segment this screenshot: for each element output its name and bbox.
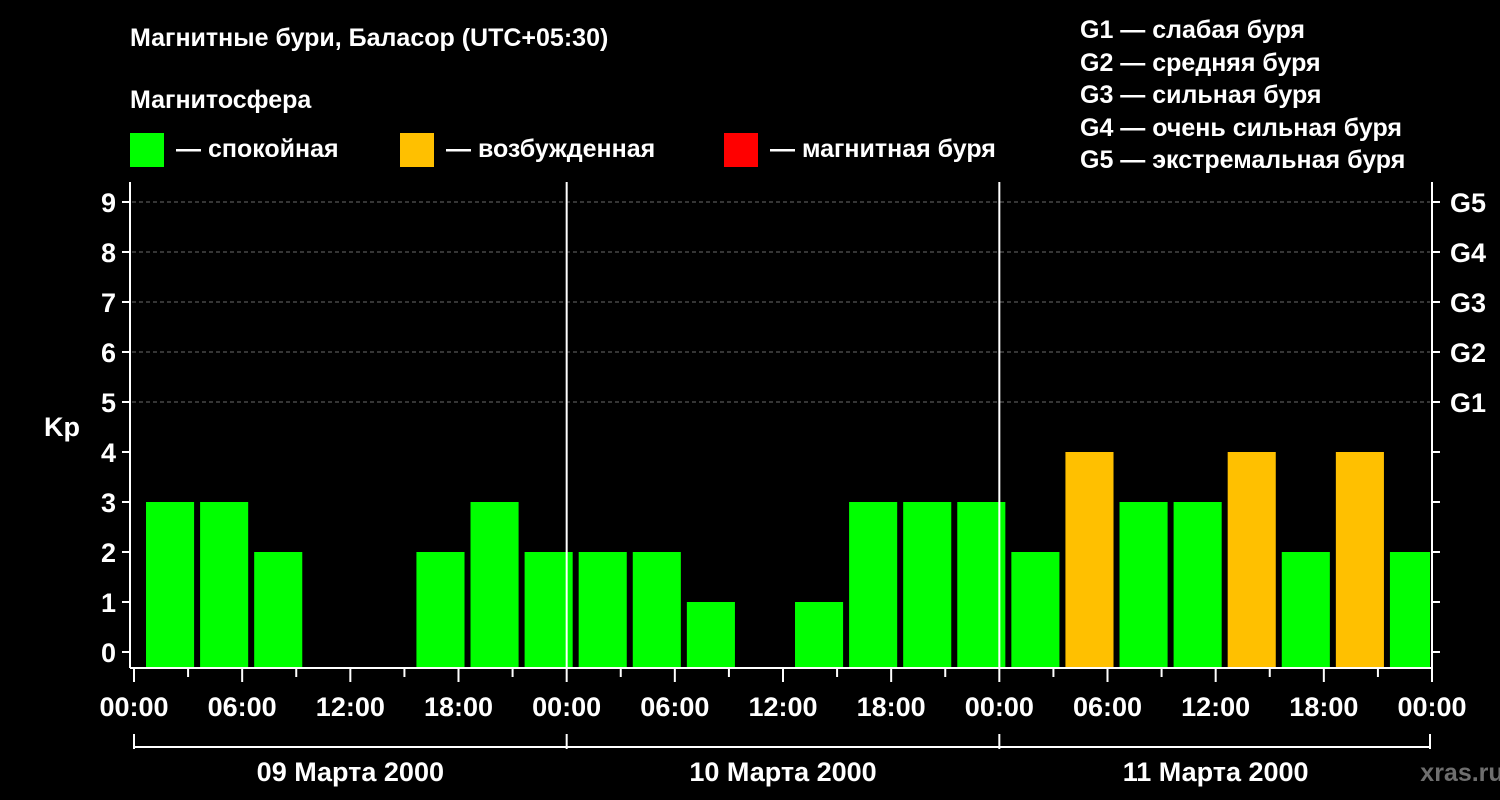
y-tick-label: 0	[101, 638, 116, 668]
y-tick-label: 5	[101, 388, 116, 418]
g-tick-label: G2	[1450, 338, 1486, 368]
g-tick-label: G4	[1450, 238, 1486, 268]
kp-bar	[1173, 502, 1222, 668]
day-label: 10 Марта 2000	[689, 757, 876, 787]
kp-bar	[686, 602, 735, 668]
y-tick-label: 8	[101, 238, 116, 268]
kp-bar	[1335, 452, 1384, 668]
y-tick-label: 3	[101, 488, 116, 518]
day-label: 11 Марта 2000	[1123, 757, 1309, 787]
kp-bar	[578, 552, 627, 668]
x-tick-label: 18:00	[857, 692, 926, 722]
y-tick-label: 7	[101, 288, 116, 318]
day-label: 09 Марта 2000	[257, 757, 444, 787]
y-tick-label: 9	[101, 188, 116, 218]
kp-bar	[1011, 552, 1060, 668]
x-tick-label: 12:00	[316, 692, 385, 722]
kp-bar	[200, 502, 249, 668]
kp-bar	[1119, 502, 1168, 668]
x-tick-label: 00:00	[1397, 692, 1466, 722]
kp-bar	[957, 502, 1006, 668]
kp-bar	[632, 552, 681, 668]
g-tick-label: G1	[1450, 388, 1486, 418]
x-tick-label: 12:00	[748, 692, 817, 722]
x-tick-label: 00:00	[99, 692, 168, 722]
g-tick-label: G3	[1450, 288, 1486, 318]
kp-bar	[146, 502, 195, 668]
x-tick-label: 18:00	[424, 692, 493, 722]
kp-bar-chart: Kp xras.ru 0 1 2 3 4 5 6 7 8 9 G1 G2 G3 G4 G5 00:00 06:0…	[44, 182, 1500, 787]
y-tick-label: 1	[101, 588, 116, 618]
x-tick-label: 06:00	[1073, 692, 1142, 722]
x-tick-label: 06:00	[208, 692, 277, 722]
y-tick-label: 2	[101, 538, 116, 568]
kp-bar	[1065, 452, 1114, 668]
y-axis-label: Kp	[44, 412, 80, 442]
x-tick-label: 06:00	[640, 692, 709, 722]
x-tick-label: 12:00	[1181, 692, 1250, 722]
kp-bar	[470, 502, 519, 668]
kp-bar	[903, 502, 952, 668]
kp-bar	[1281, 552, 1330, 668]
x-tick-label: 00:00	[532, 692, 601, 722]
kp-bar	[524, 552, 573, 668]
kp-bar	[254, 552, 303, 668]
x-tick-label: 18:00	[1289, 692, 1358, 722]
kp-bar	[1389, 552, 1430, 668]
x-tick-label: 00:00	[965, 692, 1034, 722]
y-tick-label: 4	[101, 438, 116, 468]
kp-bar	[1227, 452, 1276, 668]
watermark: xras.ru	[1420, 759, 1500, 787]
y-tick-label: 6	[101, 338, 116, 368]
kp-bar	[416, 552, 465, 668]
kp-bar	[849, 502, 898, 668]
kp-bar	[795, 602, 844, 668]
g-tick-label: G5	[1450, 188, 1486, 218]
